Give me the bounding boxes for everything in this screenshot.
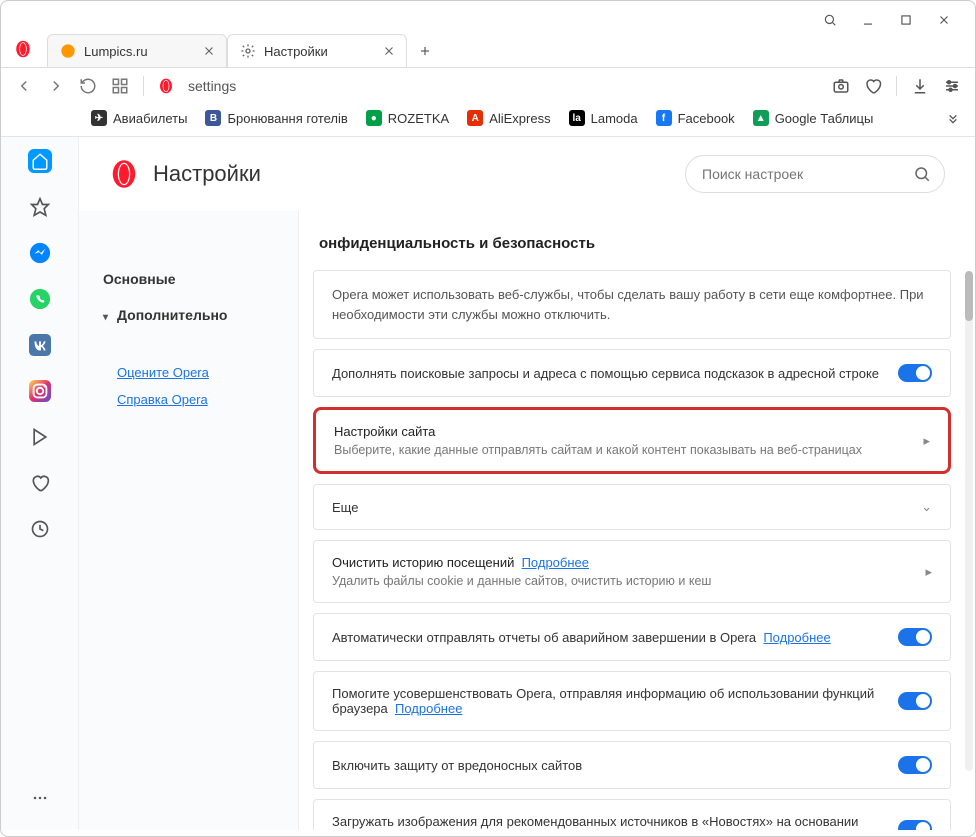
settings-nav: Основные Дополнительно Оцените Opera Спр… (79, 211, 299, 830)
tab-title: Настройки (264, 44, 328, 59)
row-subtitle: Выберите, какие данные отправлять сайтам… (334, 443, 923, 457)
tab-settings[interactable]: Настройки (227, 34, 407, 67)
toggle-news-images[interactable] (898, 820, 932, 830)
sidebar-more-icon[interactable] (28, 786, 52, 810)
gear-icon (240, 43, 256, 59)
sidebar-instagram-icon[interactable] (28, 379, 52, 403)
row-label: Включить защиту от вредоносных сайтов (332, 758, 898, 773)
nav-rate-opera[interactable]: Оцените Opera (103, 359, 274, 386)
row-more[interactable]: Еще ⌄ (313, 484, 951, 530)
settings-main: онфиденциальность и безопасность Opera м… (299, 211, 975, 830)
address-text[interactable]: settings (188, 78, 236, 94)
close-tab-icon[interactable] (202, 44, 216, 58)
row-label: Загружать изображения для рекомендованны… (332, 814, 898, 830)
toggle-crash-reports[interactable] (898, 628, 932, 646)
bookmark-gsheets[interactable]: ▲Google Таблицы (753, 110, 874, 126)
minimize-icon[interactable] (861, 13, 875, 27)
back-icon[interactable] (15, 77, 33, 95)
scrollbar-thumb[interactable] (965, 271, 973, 321)
settings-header: Настройки (79, 137, 975, 211)
forward-icon[interactable] (47, 77, 65, 95)
toggle-usage-stats[interactable] (898, 692, 932, 710)
sidebar-whatsapp-icon[interactable] (28, 287, 52, 311)
opera-o-icon (158, 78, 174, 94)
search-icon (913, 165, 931, 183)
bookmark-aliexpress[interactable]: AAliExpress (467, 110, 550, 126)
sidebar-home-icon[interactable] (28, 149, 52, 173)
nav-help-opera[interactable]: Справка Opera (103, 386, 274, 413)
left-sidebar (1, 137, 79, 830)
scrollbar[interactable] (965, 271, 973, 771)
learn-more-link[interactable]: Подробнее (763, 630, 830, 645)
row-clear-history[interactable]: Очистить историю посещений Подробнее Уда… (313, 540, 951, 603)
row-label: Автоматически отправлять отчеты об авари… (332, 630, 756, 645)
maximize-icon[interactable] (899, 13, 913, 27)
separator (896, 76, 897, 96)
reload-icon[interactable] (79, 77, 97, 95)
chevron-down-icon: ⌄ (921, 499, 932, 515)
settings-search[interactable] (685, 155, 945, 193)
tab-bar: Lumpics.ru Настройки (1, 31, 975, 67)
sidebar-history-icon[interactable] (28, 517, 52, 541)
row-label: Еще (332, 500, 921, 515)
opera-menu-button[interactable] (9, 35, 37, 63)
snapshot-icon[interactable] (832, 77, 850, 95)
separator (143, 76, 144, 96)
window-controls (1, 1, 975, 31)
address-bar: settings (1, 67, 975, 104)
lumpics-favicon-icon (60, 43, 76, 59)
close-tab-icon[interactable] (382, 44, 396, 58)
nav-basic[interactable]: Основные (103, 261, 274, 297)
page-title: Настройки (153, 161, 261, 187)
sidebar-personal-news-icon[interactable] (28, 471, 52, 495)
row-news-images[interactable]: Загружать изображения для рекомендованны… (313, 799, 951, 830)
bookmark-aviabilety[interactable]: ✈Авиабилеты (91, 110, 187, 126)
chevron-right-icon: ▸ (925, 564, 932, 580)
nav-advanced[interactable]: Дополнительно (103, 297, 274, 333)
row-site-settings[interactable]: Настройки сайта Выберите, какие данные о… (313, 407, 951, 474)
row-label: Дополнять поисковые запросы и адреса с п… (332, 366, 898, 381)
heart-icon[interactable] (864, 77, 882, 95)
sidebar-messenger-icon[interactable] (28, 241, 52, 265)
row-title: Настройки сайта (334, 424, 923, 439)
learn-more-link[interactable]: Подробнее (395, 701, 462, 716)
search-window-icon[interactable] (823, 13, 837, 27)
tab-title: Lumpics.ru (84, 44, 148, 59)
speed-dial-icon[interactable] (111, 77, 129, 95)
new-tab-button[interactable] (413, 39, 437, 63)
row-usage-stats[interactable]: Помогите усовершенствовать Opera, отправ… (313, 671, 951, 731)
easy-setup-icon[interactable] (943, 77, 961, 95)
tab-lumpics[interactable]: Lumpics.ru (47, 34, 227, 67)
toggle-malware[interactable] (898, 756, 932, 774)
sidebar-vk-icon[interactable] (28, 333, 52, 357)
chevron-right-icon: ▸ (923, 433, 930, 449)
opera-logo-icon (109, 159, 139, 189)
toggle-suggestions[interactable] (898, 364, 932, 382)
section-privacy-title: онфиденциальность и безопасность (299, 211, 965, 260)
bookmarks-bar: ✈Авиабилеты BБронювання готелів ●ROZETKA… (1, 104, 975, 137)
row-malware-protection[interactable]: Включить защиту от вредоносных сайтов (313, 741, 951, 789)
download-icon[interactable] (911, 77, 929, 95)
section-intro: Opera может использовать веб-службы, что… (313, 270, 951, 339)
search-input[interactable] (685, 155, 945, 193)
bookmark-facebook[interactable]: fFacebook (656, 110, 735, 126)
row-search-suggestions[interactable]: Дополнять поисковые запросы и адреса с п… (313, 349, 951, 397)
bookmark-booking[interactable]: BБронювання готелів (205, 110, 347, 126)
close-window-icon[interactable] (937, 13, 951, 27)
sidebar-bookmarks-icon[interactable] (28, 195, 52, 219)
row-title: Очистить историю посещений (332, 555, 514, 570)
sidebar-flow-icon[interactable] (28, 425, 52, 449)
bookmark-rozetka[interactable]: ●ROZETKA (366, 110, 449, 126)
row-subtitle: Удалить файлы cookie и данные сайтов, оч… (332, 574, 925, 588)
bookmark-lamoda[interactable]: laLamoda (569, 110, 638, 126)
learn-more-link[interactable]: Подробнее (522, 555, 589, 570)
bookmarks-overflow-icon[interactable] (945, 110, 961, 126)
row-crash-reports[interactable]: Автоматически отправлять отчеты об авари… (313, 613, 951, 661)
